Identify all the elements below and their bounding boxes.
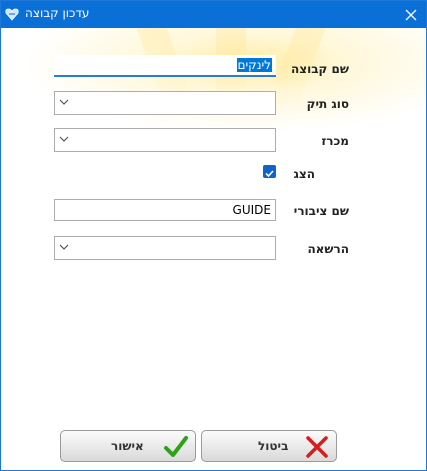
tender-label: מכרז	[321, 134, 349, 148]
file-type-combobox[interactable]	[54, 91, 276, 115]
file-type-label: סוג תיק	[306, 97, 349, 111]
checkmark-icon	[265, 170, 274, 178]
dialog-window: עדכון קבוצה שם קבוצה לינקים סוג תיק מכרז…	[0, 0, 427, 471]
chevron-down-icon	[59, 136, 69, 142]
heart-logo-icon	[5, 8, 19, 21]
group-name-label: שם קבוצה	[291, 62, 349, 76]
permission-label: הרשאה	[307, 242, 349, 256]
close-icon	[405, 9, 417, 20]
close-button[interactable]	[396, 1, 426, 28]
chevron-down-icon	[59, 244, 69, 250]
title-bar: עדכון קבוצה	[1, 1, 426, 28]
x-icon	[306, 436, 328, 458]
checkmark-icon	[164, 436, 188, 457]
public-name-label: שם ציבורי	[293, 204, 349, 218]
header-glow	[1, 28, 426, 138]
permission-combobox[interactable]	[54, 236, 276, 260]
chevron-down-icon	[59, 99, 69, 105]
ok-button-label: אישור	[111, 439, 144, 453]
cancel-button[interactable]: ביטול	[201, 430, 337, 462]
group-name-field[interactable]: לינקים	[54, 55, 276, 77]
window-title: עדכון קבוצה	[25, 6, 90, 20]
display-label: הצג	[293, 167, 315, 181]
ok-button[interactable]: אישור	[60, 430, 196, 462]
cancel-button-label: ביטול	[258, 439, 289, 453]
public-name-field[interactable]: GUIDE	[54, 199, 276, 221]
tender-combobox[interactable]	[54, 128, 276, 152]
display-checkbox[interactable]	[263, 165, 276, 178]
group-name-selected-text: לינקים	[236, 58, 272, 72]
